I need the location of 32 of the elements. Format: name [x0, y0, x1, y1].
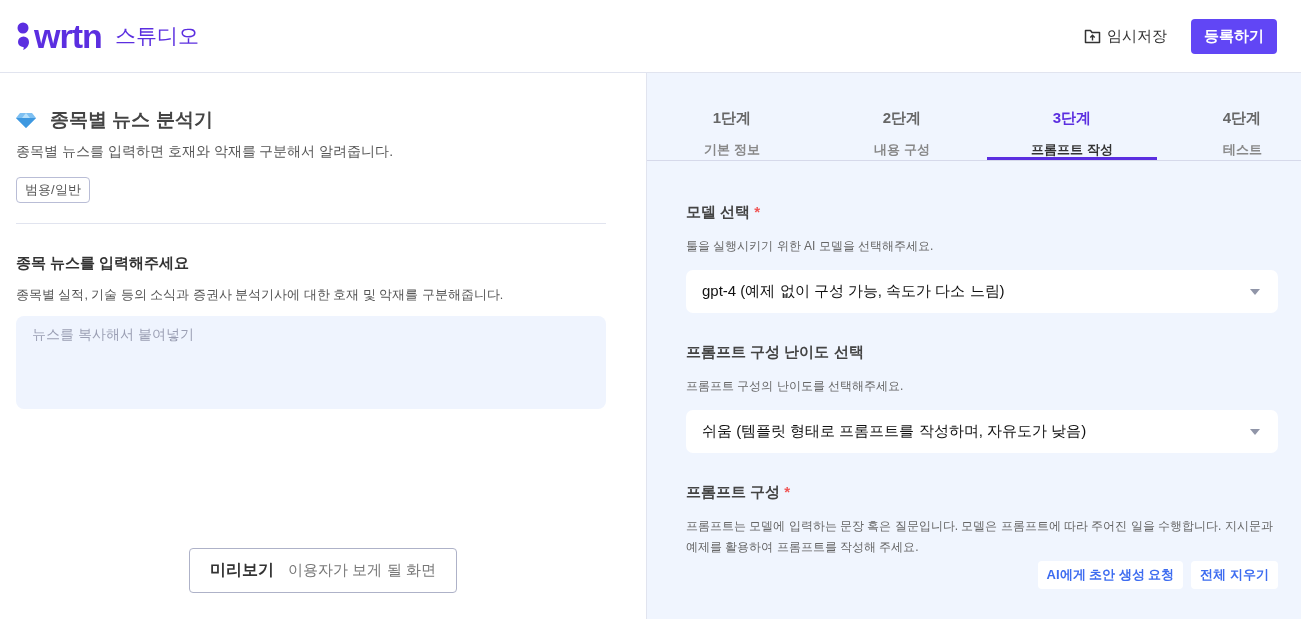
text-action-button[interactable]: 전체 지우기: [1191, 561, 1278, 589]
field-help-text: 프롬프트는 모델에 입력하는 문장 혹은 질문입니다. 모델은 프롬프트에 따라 주어진 일을 수행합니다. 지시문과 예제를 활용하여 프롬프트를 작성해 주세요.: [686, 518, 1274, 556]
dropdown-select[interactable]: gpt-4 (예제 없이 구성 가능, 속도가 다소 느림): [686, 270, 1278, 313]
input-label: 종목 뉴스를 입력해주세요: [16, 254, 191, 273]
preview-button[interactable]: 미리보기 이용자가 보게 될 화면: [189, 548, 457, 593]
caret-icon: [1250, 288, 1260, 295]
caret-icon: [1250, 428, 1260, 435]
required-asterisk: *: [754, 203, 760, 220]
dropdown-select[interactable]: 쉬움 (템플릿 형태로 프롬프트를 작성하며, 자유도가 낮음): [686, 410, 1278, 453]
field-label: 프롬프트 구성 난이도 선택: [686, 343, 864, 360]
tool-description: 종목별 뉴스를 입력하면 호재와 악재를 구분해서 알려줍니다.: [16, 143, 395, 161]
field-help-text: 툴을 실행시키기 위한 AI 모델을 선택해주세요.: [686, 238, 935, 255]
step-tab[interactable]: 1단계 기본 정보: [647, 73, 817, 160]
news-input-field[interactable]: 뉴스를 복사해서 붙여넣기: [16, 316, 606, 409]
product-name: 스튜디오: [114, 23, 199, 49]
required-asterisk: *: [784, 483, 790, 500]
gem-icon: [16, 112, 36, 128]
temp-save-button[interactable]: 임시저장: [1080, 22, 1171, 50]
text-action-button[interactable]: AI에게 초안 생성 요청: [1037, 561, 1184, 589]
logo-icon: [16, 22, 30, 50]
tool-title: 종목별 뉴스 분석기: [50, 108, 213, 132]
step-tab[interactable]: 4단계 테스트: [1157, 73, 1301, 160]
logo-wordmark[interactable]: wrtn: [34, 19, 102, 53]
category-tag: 범용/일반: [16, 177, 90, 203]
step-tab[interactable]: 2단계 내용 구성: [817, 73, 987, 160]
step-tab[interactable]: 3단계 프롬프트 작성: [987, 73, 1157, 160]
field-label: 프롬프트 구성: [686, 483, 781, 500]
register-button[interactable]: 등록하기: [1191, 18, 1277, 54]
input-help-text: 종목별 실적, 기술 등의 소식과 증권사 분석기사에 대한 호재 및 악재를 구분해줍니다.: [16, 287, 505, 304]
field-help-text: 프롬프트 구성의 난이도를 선택해주세요.: [686, 378, 905, 395]
field-label: 모델 선택: [686, 203, 751, 220]
folder-upload-icon: [1084, 28, 1101, 44]
